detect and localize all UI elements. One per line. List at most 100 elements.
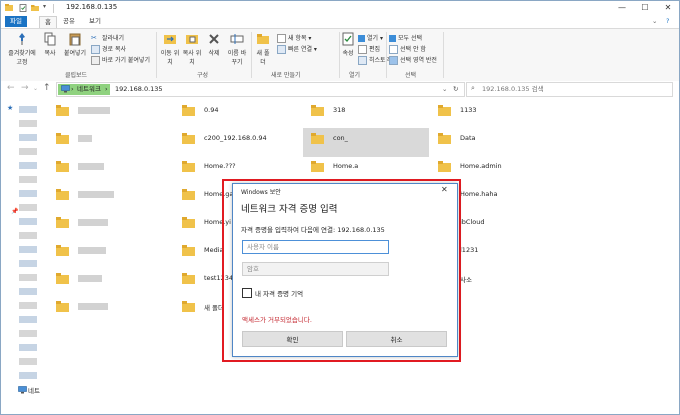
- folder-icon: [311, 161, 324, 172]
- properties-button[interactable]: 속성: [341, 32, 355, 57]
- blurred-name: [78, 247, 106, 254]
- cut-button[interactable]: ✂ 잘라내기: [91, 33, 124, 43]
- easy-access-button[interactable]: 빠른 연결 ▾: [277, 44, 317, 54]
- nav-item-network[interactable]: 네트: [28, 385, 40, 395]
- folder-icon: [182, 245, 195, 256]
- back-arrow-icon[interactable]: ←: [7, 83, 15, 93]
- open-label: 열기: [367, 35, 379, 42]
- nav-item[interactable]: [19, 288, 37, 295]
- nav-item[interactable]: [19, 302, 37, 309]
- copy-to-label: 복사 위치: [182, 50, 202, 66]
- dialog-close-button[interactable]: ✕: [441, 185, 448, 194]
- address-row: ← → ⌄ ↑ › 네트워크 › 192.168.0.135 ⌄ ↻ ⌕ 192…: [1, 81, 679, 97]
- close-button[interactable]: ✕: [657, 1, 679, 15]
- invert-selection-button[interactable]: 선택 영역 반전: [389, 55, 437, 65]
- forward-arrow-icon[interactable]: →: [21, 83, 29, 93]
- easy-access-label: 빠른 연결: [288, 46, 312, 53]
- remember-checkbox[interactable]: [242, 288, 252, 298]
- nav-item[interactable]: [19, 106, 37, 113]
- up-arrow-icon[interactable]: ↑: [43, 83, 51, 93]
- folder-name: ibCloud: [460, 218, 485, 226]
- select-all-button[interactable]: 모두 선택: [389, 33, 422, 42]
- nav-item[interactable]: [19, 134, 37, 141]
- tab-view[interactable]: 보기: [84, 16, 106, 27]
- nav-item[interactable]: [19, 330, 37, 337]
- properties-quick-icon[interactable]: [19, 4, 27, 12]
- copy-to-button[interactable]: 복사 위치: [182, 32, 202, 66]
- new-folder-quick-icon[interactable]: [31, 4, 39, 12]
- cut-label: 잘라내기: [102, 35, 125, 42]
- copy-path-button[interactable]: 경로 복사: [91, 44, 126, 54]
- copy-button[interactable]: 복사: [40, 32, 60, 57]
- copy-icon: [44, 32, 56, 46]
- select-none-button[interactable]: 선택 안 함: [389, 44, 426, 54]
- delete-label: 삭제: [208, 50, 220, 57]
- nav-item[interactable]: [19, 204, 37, 211]
- new-folder-button[interactable]: 새 폴더: [254, 32, 272, 66]
- nav-item[interactable]: [19, 232, 37, 239]
- new-item-button[interactable]: 새 항목 ▾: [277, 33, 311, 43]
- cancel-button[interactable]: 취소: [346, 331, 447, 347]
- nav-item[interactable]: [19, 260, 37, 267]
- pin-icon: [19, 33, 25, 45]
- select-all-label: 모두 선택: [398, 35, 422, 42]
- window-title: 192.168.0.135: [66, 3, 118, 11]
- nav-item[interactable]: [19, 246, 37, 253]
- folder-name: 0.94: [204, 106, 219, 114]
- edit-button[interactable]: 편집: [358, 44, 380, 54]
- blurred-name: [78, 303, 108, 310]
- folder-icon: [438, 133, 451, 144]
- address-dropdown-icon[interactable]: ⌄: [442, 83, 447, 96]
- help-icon[interactable]: ?: [661, 16, 674, 27]
- nav-item[interactable]: [19, 218, 37, 225]
- username-input[interactable]: [242, 240, 389, 254]
- open-icon: [358, 35, 365, 42]
- breadcrumb-host[interactable]: 192.168.0.135: [115, 83, 163, 96]
- properties-icon: [342, 32, 354, 46]
- nav-item[interactable]: [19, 316, 37, 323]
- maximize-button[interactable]: ☐: [634, 1, 656, 15]
- blurred-name: [78, 135, 92, 142]
- folder-icon: [56, 301, 69, 312]
- nav-item[interactable]: [19, 274, 37, 281]
- folder-name: 1133: [460, 106, 477, 114]
- move-to-icon: [164, 35, 176, 44]
- tab-home[interactable]: 홈: [39, 16, 57, 28]
- dialog-title: 네트워크 자격 증명 입력: [241, 204, 338, 215]
- password-input[interactable]: [242, 262, 389, 276]
- nav-item[interactable]: [19, 162, 37, 169]
- remember-label: 내 자격 증명 기억: [255, 290, 304, 298]
- quick-access-dropdown-icon[interactable]: ▾: [43, 3, 51, 11]
- nav-item[interactable]: [19, 148, 37, 155]
- title-separator: [53, 4, 54, 13]
- breadcrumb-separator-icon: ›: [71, 85, 74, 93]
- move-to-button[interactable]: 이동 위치: [160, 32, 180, 66]
- nav-item[interactable]: [19, 358, 37, 365]
- pin-label: 즐겨찾기에 고정: [8, 50, 36, 66]
- nav-item[interactable]: [19, 372, 37, 379]
- copy-path-icon: [91, 45, 100, 54]
- tab-share[interactable]: 공유: [58, 16, 80, 27]
- group-select: 선택: [405, 72, 417, 79]
- copy-to-icon: [186, 35, 198, 44]
- pin-quick-access-button[interactable]: 즐겨찾기에 고정: [5, 32, 39, 66]
- open-button[interactable]: 열기 ▾: [358, 33, 383, 42]
- nav-item[interactable]: [19, 120, 37, 127]
- minimize-button[interactable]: —: [611, 1, 633, 15]
- breadcrumb-network[interactable]: 네트워크: [77, 83, 101, 96]
- recent-dropdown-icon[interactable]: ⌄: [33, 85, 38, 92]
- search-box[interactable]: ⌕ 192.168.0.135 검색: [466, 82, 673, 97]
- delete-button[interactable]: 삭제: [205, 32, 223, 57]
- paste-shortcut-button[interactable]: 바로 가기 붙여넣기: [91, 55, 150, 65]
- nav-item[interactable]: [19, 176, 37, 183]
- nav-item[interactable]: [19, 344, 37, 351]
- tab-file[interactable]: 파일: [5, 16, 27, 27]
- paste-button[interactable]: 붙여넣기: [61, 32, 89, 57]
- folder-icon: [182, 161, 195, 172]
- address-bar[interactable]: › 네트워크 › 192.168.0.135 ⌄ ↻: [56, 82, 465, 97]
- ok-button[interactable]: 확인: [242, 331, 343, 347]
- rename-button[interactable]: 이름 바꾸기: [226, 32, 248, 66]
- quick-access-star-icon[interactable]: ★: [7, 104, 13, 112]
- nav-item[interactable]: [19, 190, 37, 197]
- refresh-icon[interactable]: ↻: [453, 83, 458, 96]
